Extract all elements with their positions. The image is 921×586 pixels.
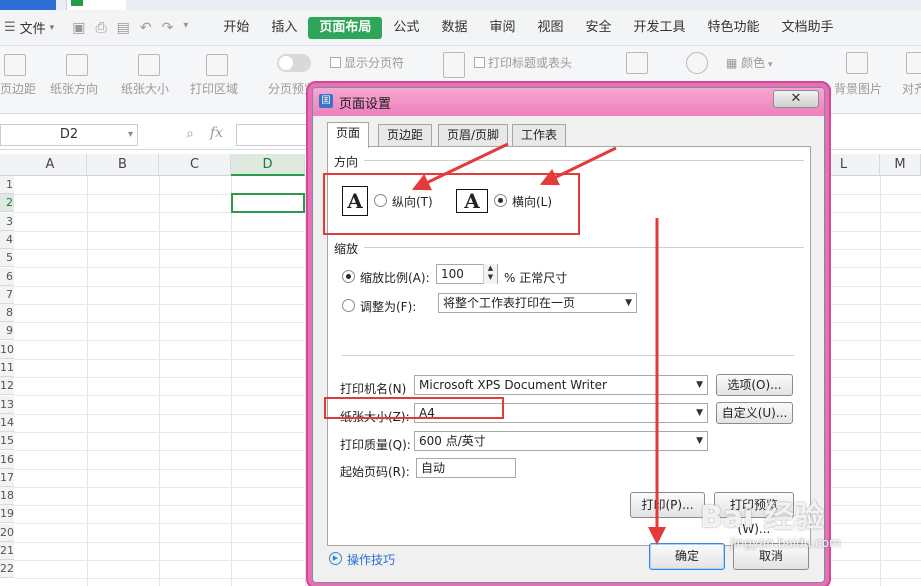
arrow-to-portrait — [411, 142, 509, 191]
watermark-sub: jingyan.baidu.com — [730, 536, 841, 550]
arrow-to-landscape — [539, 146, 617, 186]
watermark: Bai 经验 jingyan.baidu.com — [700, 492, 841, 550]
watermark-main: Bai 经验 — [700, 500, 824, 535]
tab-page[interactable]: 页面 — [327, 122, 370, 148]
